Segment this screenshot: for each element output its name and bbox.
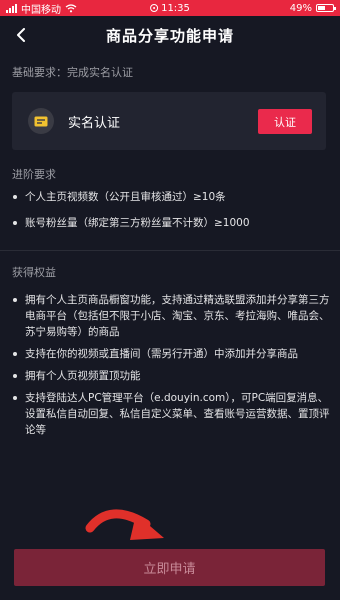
recording-icon: [150, 4, 159, 12]
back-button[interactable]: [6, 20, 36, 50]
wifi-icon: [65, 3, 77, 12]
status-right: 49%: [289, 2, 336, 14]
list-item: 账号粉丝量（绑定第三方粉丝量不计数）≥1000: [12, 215, 330, 231]
battery-percent: 49%: [289, 2, 312, 14]
advanced-requirement-list: 个人主页视频数（公开且审核通过）≥10条 账号粉丝量（绑定第三方粉丝量不计数）≥…: [12, 189, 330, 237]
verification-title: 实名认证: [68, 116, 121, 131]
page-header: 商品分享功能申请: [0, 16, 340, 54]
list-item: 拥有个人主页商品橱窗功能，支持通过精选联盟添加并分享第三方电商平台（包括但不限于…: [12, 292, 330, 340]
carrier-name: 中国移动: [21, 4, 61, 16]
benefits-list: 拥有个人主页商品橱窗功能，支持通过精选联盟添加并分享第三方电商平台（包括但不限于…: [12, 292, 330, 444]
chevron-left-icon: [17, 28, 25, 42]
status-time: 11:35: [161, 2, 190, 14]
list-item: 支持登陆达人PC管理平台（e.douyin.com），可PC端回复消息、设置私信…: [12, 390, 330, 438]
benefits-label: 获得权益: [12, 266, 56, 279]
id-card-icon: [28, 108, 54, 134]
battery-fill: [318, 6, 325, 10]
status-bar: 中国移动 11:35 49%: [0, 0, 340, 16]
verify-button[interactable]: 认证: [258, 109, 312, 134]
battery-icon: [316, 4, 336, 12]
verification-card: 实名认证 认证: [12, 92, 326, 150]
basic-requirement-label: 基础要求：完成实名认证: [12, 66, 133, 79]
list-item: 个人主页视频数（公开且审核通过）≥10条: [12, 189, 330, 205]
signal-icon: [6, 3, 17, 13]
status-center: 11:35: [150, 3, 190, 14]
page-title: 商品分享功能申请: [105, 26, 234, 45]
section-divider: [0, 250, 340, 251]
status-left: 中国移动: [6, 1, 77, 16]
apply-now-button[interactable]: 立即申请: [14, 549, 325, 586]
advanced-requirement-label: 进阶要求: [12, 168, 56, 181]
list-item: 支持在你的视频或直播间（需另行开通）中添加并分享商品: [12, 346, 330, 362]
list-item: 拥有个人页视频置顶功能: [12, 368, 330, 384]
